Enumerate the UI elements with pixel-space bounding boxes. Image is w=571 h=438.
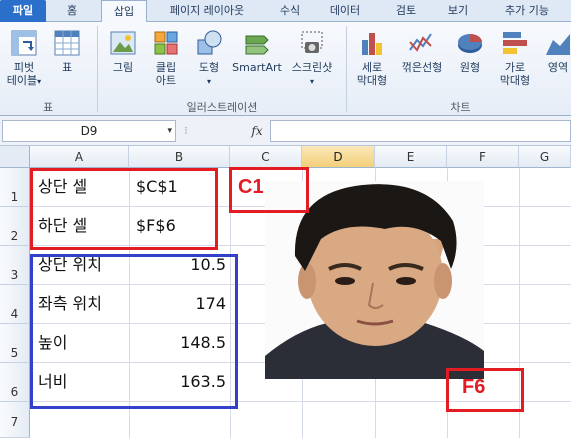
insert-function-button[interactable]: fx bbox=[248, 120, 266, 142]
shapes-dropdown-icon[interactable]: ▾ bbox=[207, 77, 211, 86]
tab-home[interactable]: 홈 bbox=[52, 0, 92, 22]
bar-chart-label: 가로 막대형 bbox=[499, 61, 531, 87]
bar-chart-button[interactable]: 가로 막대형 bbox=[494, 28, 536, 87]
worksheet-grid: A B C D E F G 1 2 3 4 5 6 7 상단 셀 $C$1 하단… bbox=[0, 146, 571, 438]
row-header-3[interactable]: 3 bbox=[0, 246, 30, 285]
clipart-icon bbox=[154, 31, 178, 55]
column-header-f[interactable]: F bbox=[447, 146, 519, 168]
line-chart-button[interactable]: 꺾은선형 bbox=[396, 28, 448, 74]
tab-review[interactable]: 검토 bbox=[384, 0, 428, 22]
formula-input[interactable] bbox=[270, 120, 571, 142]
properties-box-blue bbox=[30, 254, 238, 409]
formula-bar: D9 ▾ ⁝ fx bbox=[0, 116, 571, 146]
table-label: 표 bbox=[61, 61, 73, 74]
picture-button[interactable]: 그림 bbox=[104, 28, 142, 74]
line-chart-label: 꺾은선형 bbox=[401, 61, 443, 74]
name-box[interactable]: D9 ▾ bbox=[2, 120, 176, 142]
screenshot-dropdown-icon[interactable]: ▾ bbox=[310, 77, 314, 86]
pivot-table-icon bbox=[11, 30, 37, 56]
column-chart-label: 세로 막대형 bbox=[356, 61, 388, 87]
column-header-c[interactable]: C bbox=[230, 146, 302, 168]
row-header-4[interactable]: 4 bbox=[0, 285, 30, 324]
screenshot-icon bbox=[301, 31, 323, 53]
column-header-a[interactable]: A bbox=[30, 146, 129, 168]
column-header-e[interactable]: E bbox=[375, 146, 447, 168]
tab-page-layout[interactable]: 페이지 레이아웃 bbox=[152, 0, 262, 22]
area-chart-button[interactable]: 영역 bbox=[538, 28, 571, 74]
shapes-button[interactable]: 도형 ▾ bbox=[190, 28, 228, 88]
tab-data[interactable]: 데이터 bbox=[318, 0, 372, 22]
pivot-table-label: 피벗 테이블 bbox=[6, 61, 38, 87]
pivot-table-button[interactable]: 피벗 테이블▾ bbox=[4, 28, 44, 88]
pie-chart-icon bbox=[458, 34, 482, 53]
table-icon bbox=[54, 30, 80, 56]
select-all-corner[interactable] bbox=[0, 146, 30, 168]
table-button[interactable]: 표 bbox=[52, 28, 82, 74]
tab-file[interactable]: 파일 bbox=[0, 0, 46, 22]
pie-chart-button[interactable]: 원형 bbox=[450, 28, 490, 74]
pie-chart-label: 원형 bbox=[459, 61, 481, 74]
name-box-dropdown-icon[interactable]: ▾ bbox=[167, 121, 172, 141]
column-header-d[interactable]: D bbox=[302, 146, 375, 168]
tab-formulas[interactable]: 수식 bbox=[268, 0, 312, 22]
screenshot-button[interactable]: 스크린샷 ▾ bbox=[284, 28, 340, 88]
row-header-7[interactable]: 7 bbox=[0, 402, 30, 438]
row-header-6[interactable]: 6 bbox=[0, 363, 30, 402]
column-chart-button[interactable]: 세로 막대형 bbox=[350, 28, 394, 87]
column-header-g[interactable]: G bbox=[519, 146, 571, 168]
top-left-cell-label: C1 bbox=[238, 176, 264, 198]
column-chart-icon bbox=[362, 33, 382, 55]
column-header-b[interactable]: B bbox=[129, 146, 230, 168]
group-separator bbox=[346, 26, 347, 112]
tab-view[interactable]: 보기 bbox=[436, 0, 480, 22]
ribbon: 피벗 테이블▾ 표 표 그림 클립 아트 도형 ▾ SmartArt 스크린샷 … bbox=[0, 22, 571, 116]
smartart-label: SmartArt bbox=[232, 61, 282, 74]
tab-insert[interactable]: 삽입 bbox=[101, 0, 147, 23]
area-chart-label: 영역 bbox=[547, 61, 569, 74]
area-chart-icon bbox=[546, 34, 570, 55]
formula-bar-resize-handle[interactable]: ⁝ bbox=[180, 122, 192, 140]
group-label-illustrations: 일러스트레이션 bbox=[186, 101, 258, 114]
tab-add-ins[interactable]: 추가 기능 bbox=[492, 0, 562, 22]
pivot-dropdown-icon[interactable]: ▾ bbox=[37, 77, 41, 86]
row-header-2[interactable]: 2 bbox=[0, 207, 30, 246]
bottom-right-cell-label: F6 bbox=[462, 376, 486, 398]
shapes-icon bbox=[197, 30, 222, 55]
reference-box-red bbox=[30, 168, 218, 250]
picture-icon bbox=[110, 31, 136, 55]
screenshot-label: 스크린샷 bbox=[291, 61, 333, 74]
picture-label: 그림 bbox=[112, 61, 134, 74]
clipart-button[interactable]: 클립 아트 bbox=[146, 28, 186, 87]
clipart-label: 클립 아트 bbox=[155, 61, 177, 87]
smartart-icon bbox=[245, 35, 269, 55]
name-box-value: D9 bbox=[80, 124, 98, 138]
row-header-5[interactable]: 5 bbox=[0, 324, 30, 363]
smartart-button[interactable]: SmartArt bbox=[230, 28, 284, 74]
line-chart-icon bbox=[409, 33, 432, 52]
group-separator bbox=[97, 26, 98, 112]
group-label-table: 표 bbox=[42, 101, 54, 114]
row-header-1[interactable]: 1 bbox=[0, 168, 30, 207]
ribbon-tab-bar: 파일 홈 삽입 페이지 레이아웃 수식 데이터 검토 보기 추가 기능 bbox=[0, 0, 571, 23]
group-label-charts: 차트 bbox=[450, 101, 471, 114]
bar-chart-icon bbox=[503, 32, 527, 54]
shapes-label: 도형 bbox=[198, 61, 220, 74]
